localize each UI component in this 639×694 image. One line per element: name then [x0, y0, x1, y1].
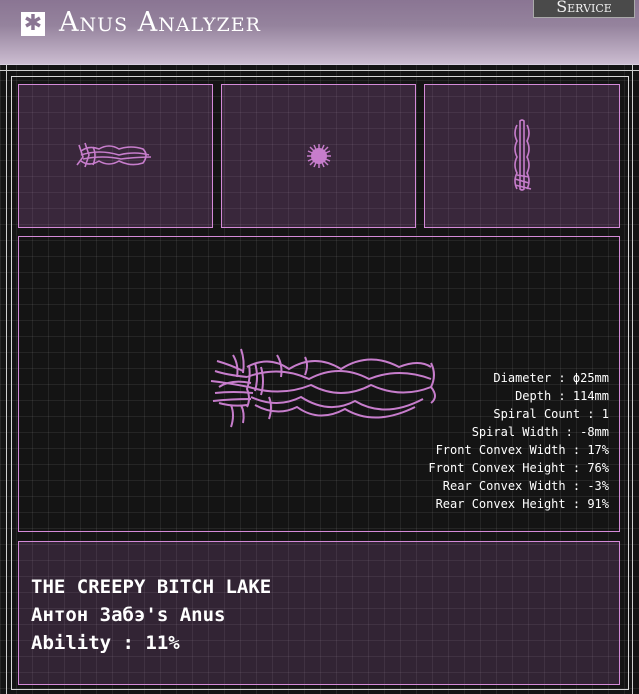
location-name: THE CREEPY BITCH LAKE: [31, 576, 272, 598]
spec-list: Diameter : ϕ25mm Depth : 114mm Spiral Co…: [428, 369, 609, 513]
side-view-shape: [76, 142, 152, 168]
front-view-shape: [307, 144, 331, 168]
spec-row-front-convex-height: Front Convex Height : 76%: [428, 461, 609, 475]
frame-line-right: [632, 64, 633, 694]
side-view-panel: [18, 84, 213, 228]
spec-row-rear-convex-width: Rear Convex Width : -3%: [442, 479, 609, 493]
asterisk-icon: ✱: [21, 12, 45, 36]
spec-row-spiral-count: Spiral Count : 1: [493, 407, 609, 421]
spec-row-depth: Depth : 114mm: [515, 389, 609, 403]
info-panel: THE CREEPY BITCH LAKE Антон Забэ's Anus …: [18, 541, 620, 685]
spec-row-spiral-width: Spiral Width : -8mm: [471, 425, 609, 439]
top-view-panel: [424, 84, 620, 228]
spec-row-rear-convex-height: Rear Convex Height : 91%: [435, 497, 609, 511]
info-text: THE CREEPY BITCH LAKE Антон Забэ's Anus …: [31, 573, 271, 657]
main-view-panel: Diameter : ϕ25mm Depth : 114mm Spiral Co…: [18, 236, 620, 532]
app-title: Anus Analyzer: [59, 7, 261, 38]
frame-line-left: [6, 64, 7, 694]
ability-value: Ability : 11%: [31, 632, 180, 654]
owner-name: Антон Забэ's Anus: [31, 604, 226, 626]
front-view-panel: [221, 84, 416, 228]
app-header: ✱ Anus Analyzer Service: [0, 0, 639, 65]
spec-row-front-convex-width: Front Convex Width : 17%: [435, 443, 609, 457]
top-view-shape: [514, 119, 532, 191]
service-button[interactable]: Service: [533, 0, 635, 18]
spec-row-diameter: Diameter : ϕ25mm: [493, 371, 609, 385]
frame-line-top: [0, 70, 639, 71]
